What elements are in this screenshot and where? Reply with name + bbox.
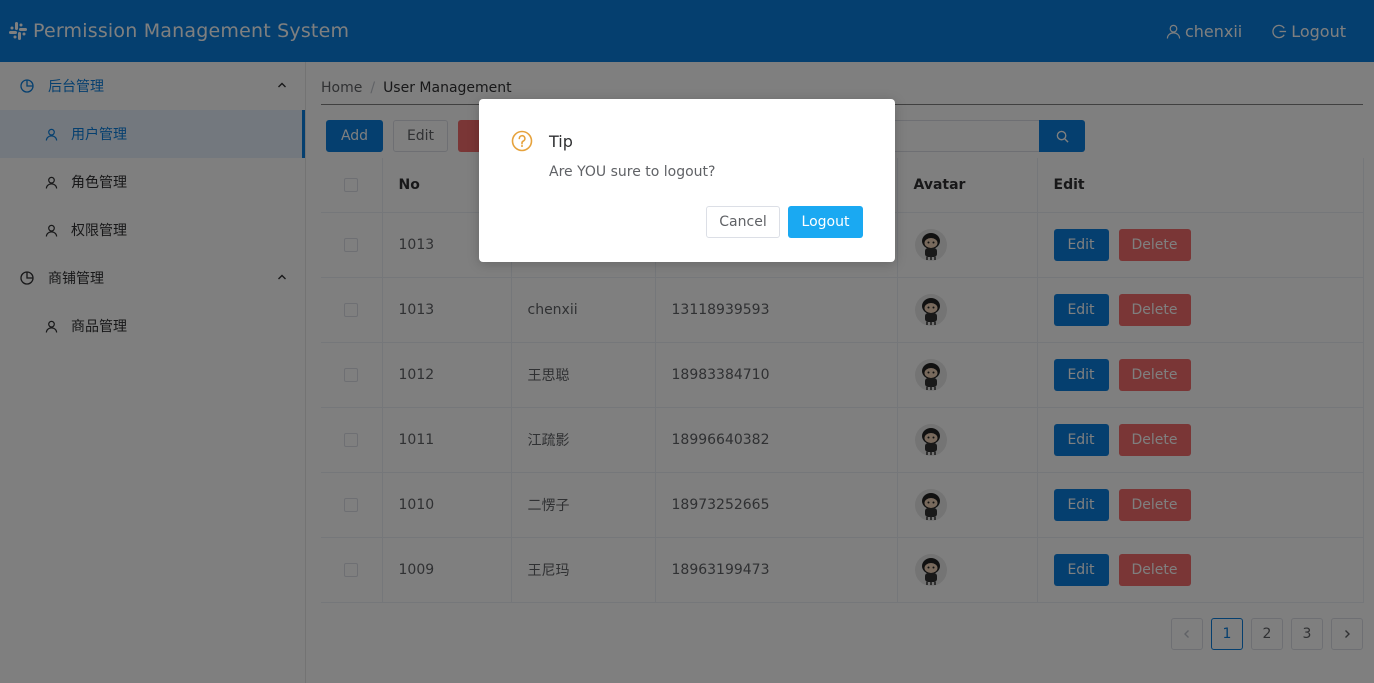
- question-circle-icon: [511, 130, 533, 152]
- logout-confirm-dialog: Tip Are YOU sure to logout? Cancel Logou…: [479, 99, 895, 262]
- dialog-message: Are YOU sure to logout?: [549, 164, 716, 180]
- cancel-button[interactable]: Cancel: [706, 206, 780, 238]
- confirm-logout-button[interactable]: Logout: [788, 206, 863, 238]
- dialog-title: Tip: [549, 131, 573, 151]
